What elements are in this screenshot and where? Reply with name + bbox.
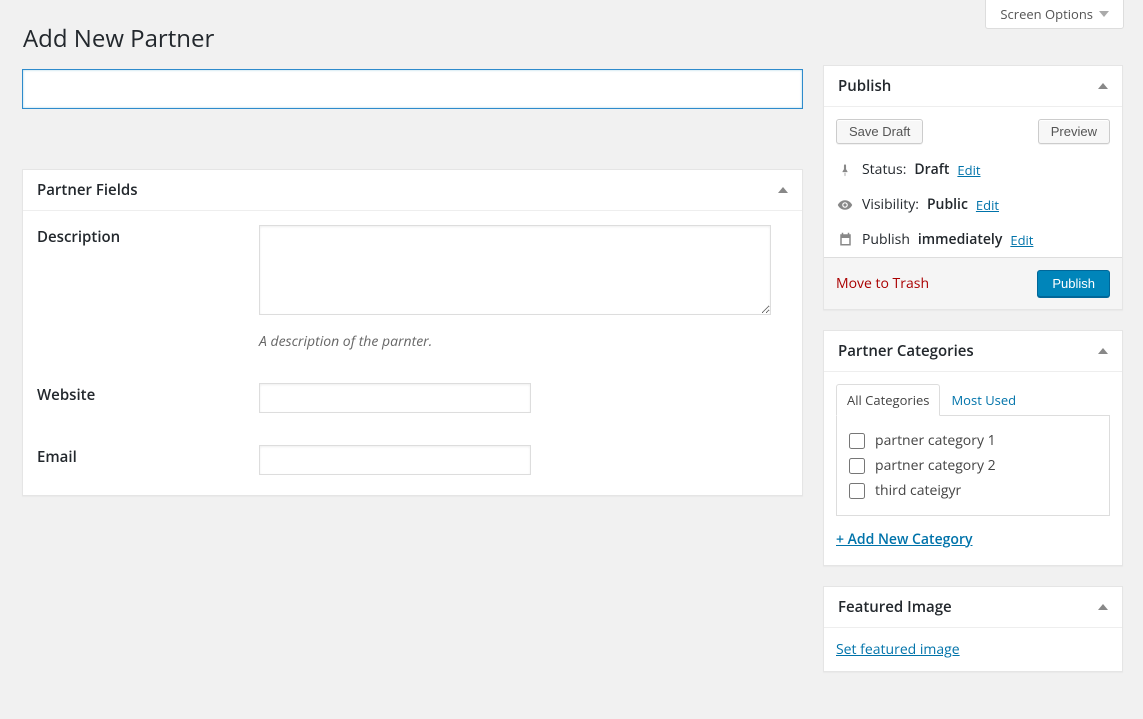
- schedule-row: Publish immediately Edit: [824, 222, 1122, 257]
- visibility-value: Public: [927, 195, 968, 214]
- featured-image-panel: Featured Image Set featured image: [823, 586, 1123, 672]
- collapse-icon[interactable]: [1098, 348, 1108, 354]
- partner-fields-header: Partner Fields: [23, 170, 802, 211]
- status-edit-link[interactable]: Edit: [957, 161, 980, 179]
- category-label: third cateigyr: [875, 481, 961, 500]
- email-label: Email: [37, 445, 259, 475]
- save-draft-button[interactable]: Save Draft: [836, 119, 923, 144]
- category-label: partner category 1: [875, 431, 996, 450]
- schedule-value: immediately: [918, 230, 1002, 249]
- visibility-row: Visibility: Public Edit: [824, 187, 1122, 222]
- set-featured-image-link[interactable]: Set featured image: [824, 628, 1122, 671]
- eye-icon: [836, 196, 854, 214]
- status-row: Status: Draft Edit: [824, 152, 1122, 187]
- category-checkbox[interactable]: [849, 458, 865, 474]
- category-item[interactable]: partner category 2: [849, 453, 1097, 478]
- collapse-icon[interactable]: [1098, 83, 1108, 89]
- preview-button[interactable]: Preview: [1038, 119, 1110, 144]
- featured-image-heading: Featured Image: [838, 597, 952, 617]
- publish-panel: Publish Save Draft Preview Status: Draft…: [823, 65, 1123, 310]
- publish-button[interactable]: Publish: [1037, 270, 1110, 297]
- categories-header: Partner Categories: [824, 331, 1122, 372]
- collapse-icon[interactable]: [778, 187, 788, 193]
- add-new-category-link[interactable]: + Add New Category: [824, 516, 1122, 565]
- website-label: Website: [37, 383, 259, 413]
- publish-header: Publish: [824, 66, 1122, 107]
- screen-options-toggle[interactable]: Screen Options: [985, 0, 1124, 29]
- category-item[interactable]: third cateigyr: [849, 478, 1097, 503]
- category-checkbox[interactable]: [849, 433, 865, 449]
- category-label: partner category 2: [875, 456, 996, 475]
- screen-options-label: Screen Options: [1000, 5, 1093, 23]
- status-label: Status:: [862, 160, 906, 179]
- categories-panel: Partner Categories All Categories Most U…: [823, 330, 1123, 566]
- status-value: Draft: [914, 160, 949, 179]
- category-checkbox[interactable]: [849, 483, 865, 499]
- schedule-edit-link[interactable]: Edit: [1010, 231, 1033, 249]
- collapse-icon[interactable]: [1098, 604, 1108, 610]
- visibility-label: Visibility:: [862, 195, 919, 214]
- publish-heading: Publish: [838, 76, 891, 96]
- move-to-trash-link[interactable]: Move to Trash: [836, 274, 929, 293]
- website-input[interactable]: [259, 383, 531, 413]
- page-title: Add New Partner: [0, 0, 1143, 65]
- category-item[interactable]: partner category 1: [849, 428, 1097, 453]
- categories-list: partner category 1 partner category 2 th…: [836, 415, 1110, 516]
- schedule-label: Publish: [862, 230, 910, 249]
- partner-fields-heading: Partner Fields: [37, 180, 138, 200]
- chevron-down-icon: [1099, 11, 1109, 17]
- partner-fields-panel: Partner Fields Description A description…: [22, 169, 803, 496]
- visibility-edit-link[interactable]: Edit: [976, 196, 999, 214]
- pin-icon: [836, 161, 854, 179]
- email-input[interactable]: [259, 445, 531, 475]
- description-textarea[interactable]: [259, 225, 771, 315]
- calendar-icon: [836, 231, 854, 249]
- tab-all-categories[interactable]: All Categories: [836, 384, 940, 416]
- post-title-input[interactable]: [22, 69, 803, 109]
- tab-most-used[interactable]: Most Used: [940, 384, 1027, 416]
- categories-tabs: All Categories Most Used: [824, 372, 1122, 416]
- description-label: Description: [37, 225, 259, 351]
- description-help-text: A description of the parnter.: [259, 332, 771, 351]
- categories-heading: Partner Categories: [838, 341, 974, 361]
- featured-image-header: Featured Image: [824, 587, 1122, 628]
